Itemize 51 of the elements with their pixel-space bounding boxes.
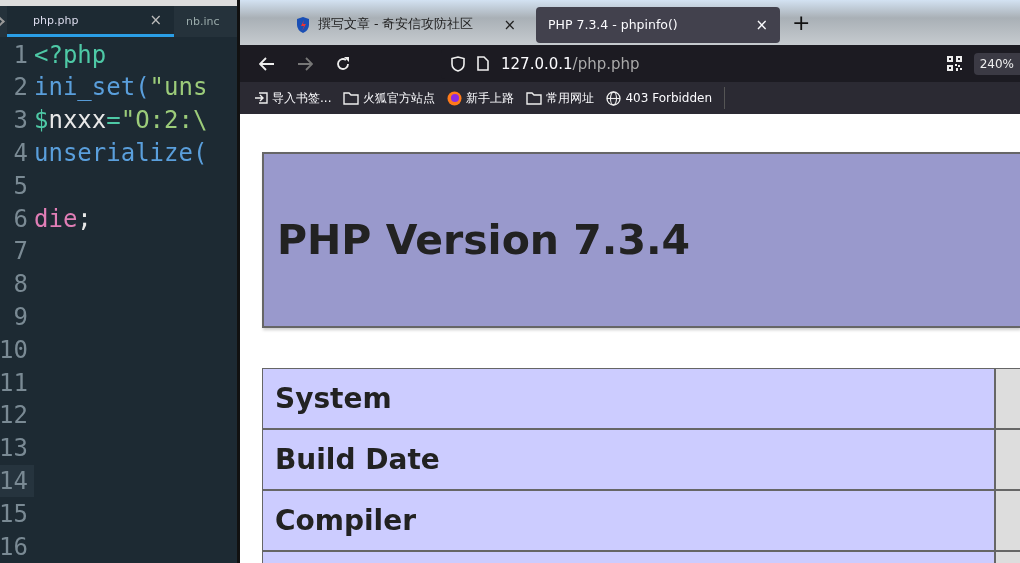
code-line: $nxxx="O:2:\	[34, 106, 208, 135]
table-cell	[996, 491, 1020, 550]
line-number: 9	[12, 302, 29, 333]
line-number: 11	[0, 367, 29, 399]
file-tab[interactable]: nb.inc	[174, 5, 232, 38]
import-icon	[254, 91, 268, 105]
file-tab[interactable]: php.php ×	[7, 5, 174, 38]
forward-icon[interactable]	[297, 56, 313, 71]
browser-tab[interactable]: 撰写文章 - 奇安信攻防社区 ×	[284, 6, 529, 43]
reload-icon[interactable]	[335, 55, 351, 72]
line-number: 2	[12, 72, 29, 104]
bookmark[interactable]: 常用网址	[526, 89, 595, 107]
back-icon[interactable]	[259, 56, 275, 71]
globe-icon	[606, 90, 622, 106]
code-line: unserialize(	[34, 139, 208, 168]
line-number: 3	[12, 105, 29, 137]
table-cell: Compiler	[263, 491, 996, 550]
table-cell: Build Date	[263, 430, 996, 489]
line-number: 16	[0, 531, 29, 563]
folder-icon	[526, 91, 543, 105]
browser-logo-icon	[447, 90, 463, 106]
code-line: die;	[34, 204, 92, 233]
version-title: PHP Version 7.3.4	[277, 216, 691, 264]
line-number: 14	[0, 464, 34, 498]
folder-icon	[343, 91, 360, 105]
line-number: 5	[12, 170, 29, 202]
line-number: 13	[0, 433, 29, 465]
line-number: 4	[12, 138, 29, 170]
line-number: 1	[12, 39, 29, 71]
line-number: 12	[0, 400, 29, 432]
new-tab-button[interactable]: +	[792, 10, 811, 35]
zoom-level-button[interactable]: 240%	[973, 52, 1020, 75]
line-number: 15	[0, 498, 29, 530]
line-number: 10	[0, 334, 29, 366]
table-cell: System	[263, 369, 996, 428]
page-icon	[477, 56, 489, 71]
qr-code-icon[interactable]	[946, 56, 962, 71]
table-cell	[996, 430, 1020, 489]
bookmark[interactable]: 403 Forbidden	[606, 90, 713, 106]
code-line: ini_set("uns	[34, 73, 208, 102]
line-number: 8	[12, 269, 29, 301]
line-number: 6	[12, 203, 29, 235]
browser-tab[interactable]: PHP 7.3.4 - phpinfo() ×	[536, 6, 781, 43]
line-number: 7	[12, 236, 29, 268]
shield-icon	[451, 55, 465, 72]
table-cell	[996, 369, 1020, 428]
bookmark[interactable]: 新手上路	[447, 89, 515, 107]
bookmark[interactable]: 火狐官方站点	[343, 89, 436, 107]
shield-icon	[296, 16, 310, 33]
code-line: <?php	[34, 40, 107, 69]
bookmark[interactable]: 导入书签...	[254, 89, 332, 107]
